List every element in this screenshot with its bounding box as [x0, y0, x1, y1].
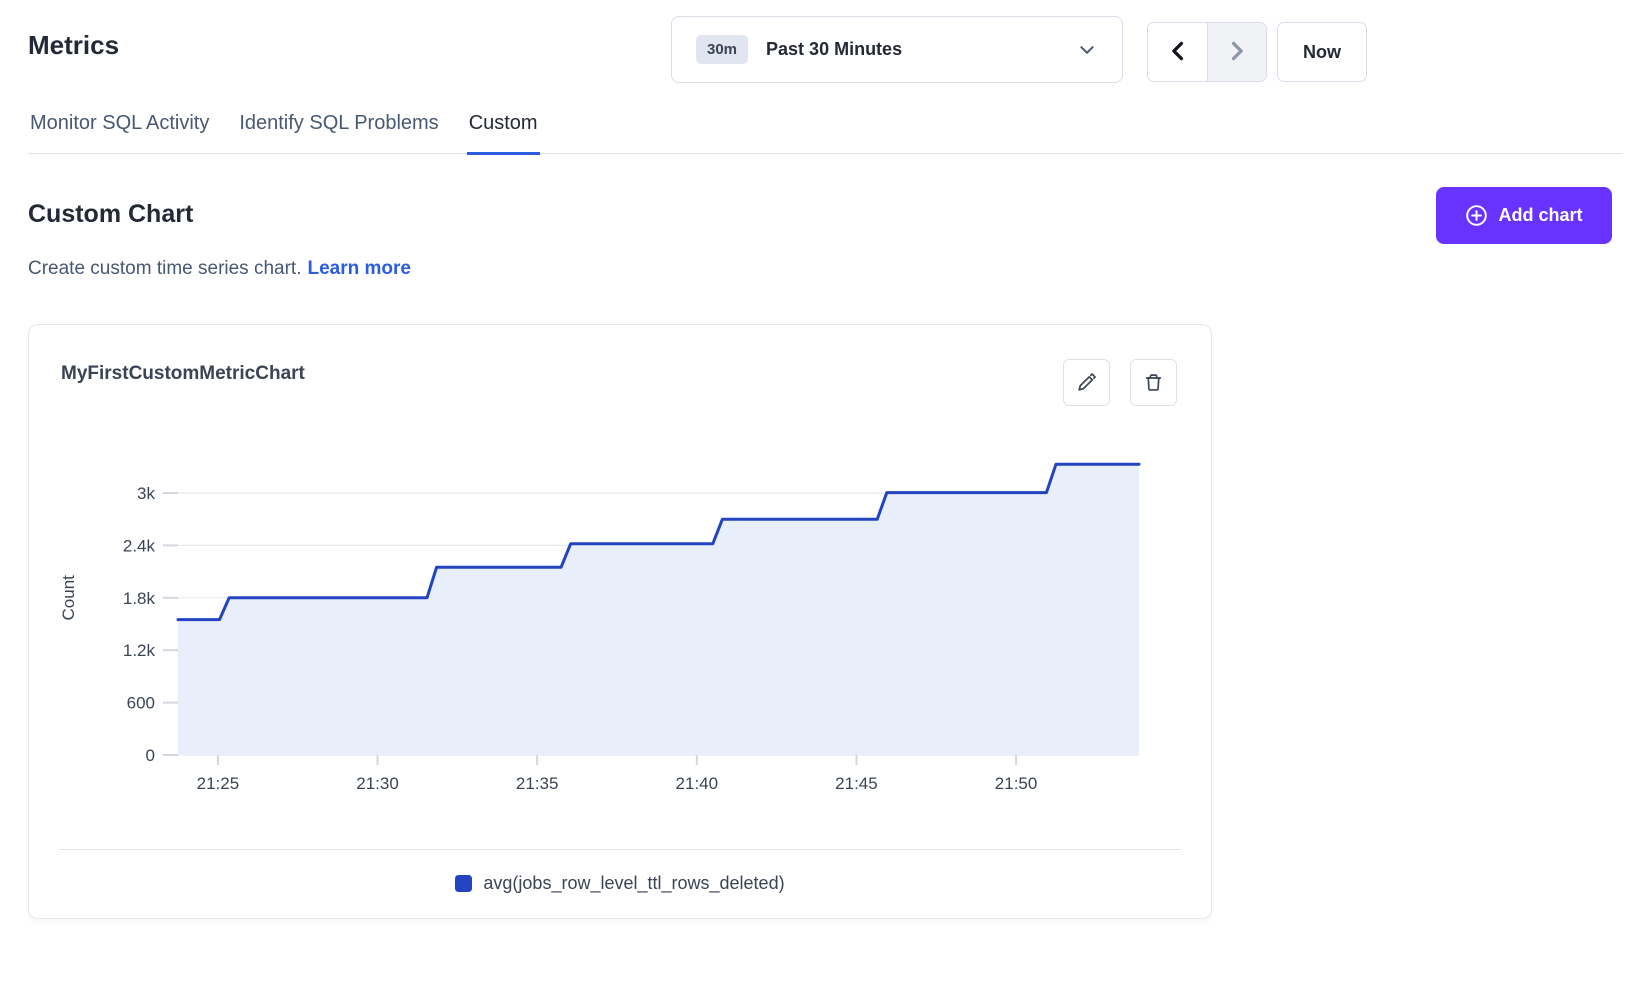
svg-text:21:50: 21:50 [995, 774, 1038, 793]
svg-text:600: 600 [127, 694, 155, 713]
learn-more-link[interactable]: Learn more [307, 258, 410, 279]
page-title: Metrics [28, 30, 119, 61]
pencil-icon [1076, 372, 1097, 393]
svg-text:21:35: 21:35 [516, 774, 559, 793]
previous-time-button[interactable] [1148, 23, 1207, 81]
metrics-page: Metrics 30m Past 30 Minutes Now Monitor … [0, 0, 1650, 982]
legend-divider [59, 849, 1181, 850]
tab-monitor-sql-activity[interactable]: Monitor SQL Activity [28, 112, 211, 153]
svg-text:2.4k: 2.4k [123, 536, 156, 555]
add-chart-label: Add chart [1498, 205, 1582, 226]
section-subtitle: Create custom time series chart. Learn mo… [28, 258, 411, 280]
delete-chart-button[interactable] [1130, 359, 1177, 406]
add-chart-button[interactable]: Add chart [1436, 187, 1612, 244]
chevron-down-icon [1078, 41, 1096, 59]
plus-circle-icon [1465, 204, 1488, 227]
svg-text:21:25: 21:25 [197, 774, 240, 793]
now-button[interactable]: Now [1277, 22, 1367, 82]
svg-text:3k: 3k [137, 484, 155, 503]
svg-text:Count: Count [59, 575, 78, 621]
edit-chart-button[interactable] [1063, 359, 1110, 406]
chevron-right-icon [1226, 40, 1248, 65]
svg-text:1.2k: 1.2k [123, 641, 156, 660]
legend-swatch [455, 875, 472, 892]
tab-identify-sql-problems[interactable]: Identify SQL Problems [237, 112, 440, 153]
custom-chart-plot: 0 600 1.2k 1.8k 2.4k 3k 21:25 21:30 21:35 21:40 21… [29, 417, 1211, 817]
svg-text:21:45: 21:45 [835, 774, 878, 793]
svg-text:21:30: 21:30 [356, 774, 399, 793]
svg-text:0: 0 [146, 746, 155, 765]
time-range-badge: 30m [696, 35, 748, 64]
legend-label: avg(jobs_row_level_ttl_rows_deleted) [483, 873, 784, 894]
metrics-tabs: Monitor SQL Activity Identify SQL Proble… [28, 112, 1622, 154]
section-title: Custom Chart [28, 200, 193, 229]
svg-text:21:40: 21:40 [676, 774, 719, 793]
chevron-left-icon [1167, 40, 1189, 65]
trash-icon [1143, 372, 1164, 393]
time-nav-group [1147, 22, 1267, 82]
tab-custom[interactable]: Custom [467, 112, 540, 155]
svg-text:1.8k: 1.8k [123, 589, 156, 608]
chart-title: MyFirstCustomMetricChart [61, 363, 305, 385]
time-range-dropdown[interactable]: 30m Past 30 Minutes [671, 16, 1123, 83]
chart-legend: avg(jobs_row_level_ttl_rows_deleted) [29, 873, 1211, 894]
time-range-label: Past 30 Minutes [766, 39, 902, 60]
custom-chart-card: MyFirstCustomMetricChart 0 600 1.2k 1.8k 2.4… [28, 324, 1212, 919]
next-time-button[interactable] [1207, 23, 1266, 81]
subtitle-text: Create custom time series chart. [28, 258, 301, 279]
